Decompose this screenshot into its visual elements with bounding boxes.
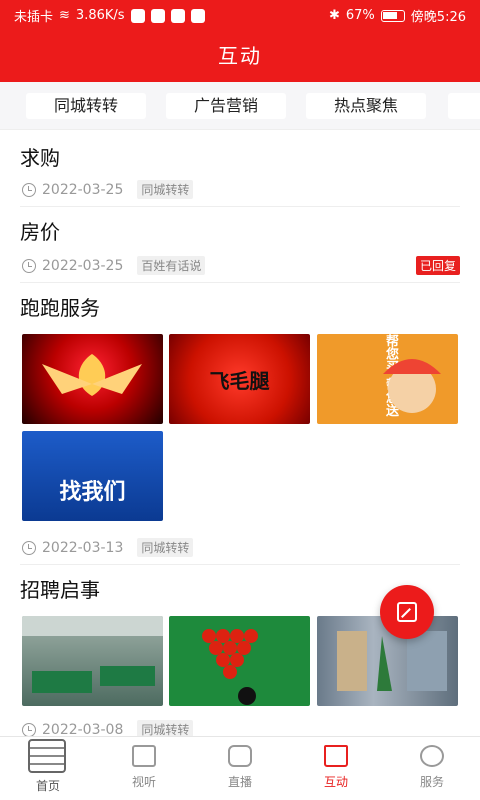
bottom-nav: 首页 视听 直播 互动 服务	[0, 736, 480, 800]
flame-wings-graphic	[42, 354, 142, 396]
network-speed: 3.86K/s	[75, 8, 125, 23]
post-date: 2022-03-08	[42, 721, 124, 737]
tab-guanggao[interactable]: 广告营销	[166, 93, 286, 119]
app-header: 未插卡 ≋ 3.86K/s ✱ 67% 傍晚5:26 互动	[0, 0, 480, 82]
page-title: 互动	[218, 44, 262, 68]
post-title[interactable]: 求购	[20, 142, 60, 171]
divider	[20, 206, 460, 207]
post-image[interactable]	[169, 616, 310, 706]
post-image[interactable]: 找我们	[22, 431, 163, 521]
divider	[20, 564, 460, 565]
post-title[interactable]: 招聘启事	[20, 574, 100, 603]
nav-item-home[interactable]: 首页	[0, 737, 96, 800]
compose-button[interactable]	[380, 585, 434, 639]
people-icon	[420, 745, 444, 767]
clock-icon	[22, 258, 36, 273]
nav-label: 互动	[323, 775, 348, 789]
nav-item-interact[interactable]: 互动	[288, 737, 384, 800]
tab-redian[interactable]: 热点聚焦	[306, 93, 426, 119]
post-meta: 2022-03-25 同城转转	[22, 180, 194, 199]
image-text: 找我们	[59, 480, 126, 505]
nav-label: 服务	[419, 775, 444, 789]
clock-icon	[22, 722, 36, 736]
snooker-balls-graphic	[202, 629, 258, 705]
camera-icon	[228, 745, 252, 767]
post-category-tag: 百姓有话说	[137, 256, 206, 275]
bluetooth-icon: ✱	[328, 8, 340, 23]
post-feed[interactable]: 求购 2022-03-25 同城转转 房价 2022-03-25 百姓有话说 已…	[0, 130, 480, 736]
nav-label: 视听	[131, 775, 156, 789]
app-notification-icon	[130, 8, 145, 23]
clock-time: 傍晚5:26	[410, 10, 466, 25]
post-date: 2022-03-25	[42, 181, 124, 198]
post-meta: 2022-03-08 同城转转	[22, 720, 194, 737]
nav-item-video[interactable]: 视听	[96, 737, 192, 800]
category-tabs: 同城转转 广告营销 热点聚焦	[0, 82, 480, 130]
clock-icon	[22, 182, 36, 197]
post-image[interactable]: 飞毛腿	[169, 334, 310, 424]
post-title[interactable]: 跑跑服务	[20, 292, 100, 321]
battery-icon	[380, 9, 405, 22]
weibo-notification-icon	[170, 8, 185, 23]
post-image[interactable]	[22, 616, 163, 706]
house-icon	[324, 745, 348, 767]
post-category-tag: 同城转转	[137, 720, 194, 736]
nav-item-live[interactable]: 直播	[192, 737, 288, 800]
post-category-tag: 同城转转	[137, 180, 194, 199]
status-bar: 未插卡 ≋ 3.86K/s ✱ 67% 傍晚5:26	[0, 0, 480, 28]
edit-icon	[397, 602, 417, 622]
nav-item-services[interactable]: 服务	[384, 737, 480, 800]
cartoon-courier-graphic	[383, 359, 441, 413]
tab-more-partial[interactable]	[448, 93, 480, 119]
post-meta: 2022-03-13 同城转转	[22, 538, 194, 557]
video-notification-icon	[150, 8, 165, 23]
newspaper-icon	[28, 739, 66, 773]
carrier-text: 未插卡	[14, 10, 54, 25]
gallery-notification-icon	[190, 8, 205, 23]
nav-label: 首页	[35, 779, 60, 793]
image-text: 飞毛腿	[209, 368, 270, 393]
post-category-tag: 同城转转	[137, 538, 194, 557]
post-image[interactable]	[22, 334, 163, 424]
nav-label: 直播	[227, 775, 252, 789]
post-title[interactable]: 房价	[20, 216, 60, 245]
billiard-tables-graphic	[22, 616, 163, 693]
post-date: 2022-03-13	[42, 539, 124, 556]
post-date: 2022-03-25	[42, 257, 124, 274]
post-image[interactable]: 帮您买 帮您送	[317, 334, 458, 424]
clock-icon	[22, 540, 36, 555]
tab-tongcheng[interactable]: 同城转转	[26, 93, 146, 119]
battery-percent: 67%	[345, 8, 375, 23]
replied-badge: 已回复	[415, 256, 460, 275]
wifi-icon: ≋	[59, 8, 70, 23]
post-meta: 2022-03-25 百姓有话说	[22, 256, 206, 275]
divider	[20, 282, 460, 283]
film-icon	[132, 745, 156, 767]
